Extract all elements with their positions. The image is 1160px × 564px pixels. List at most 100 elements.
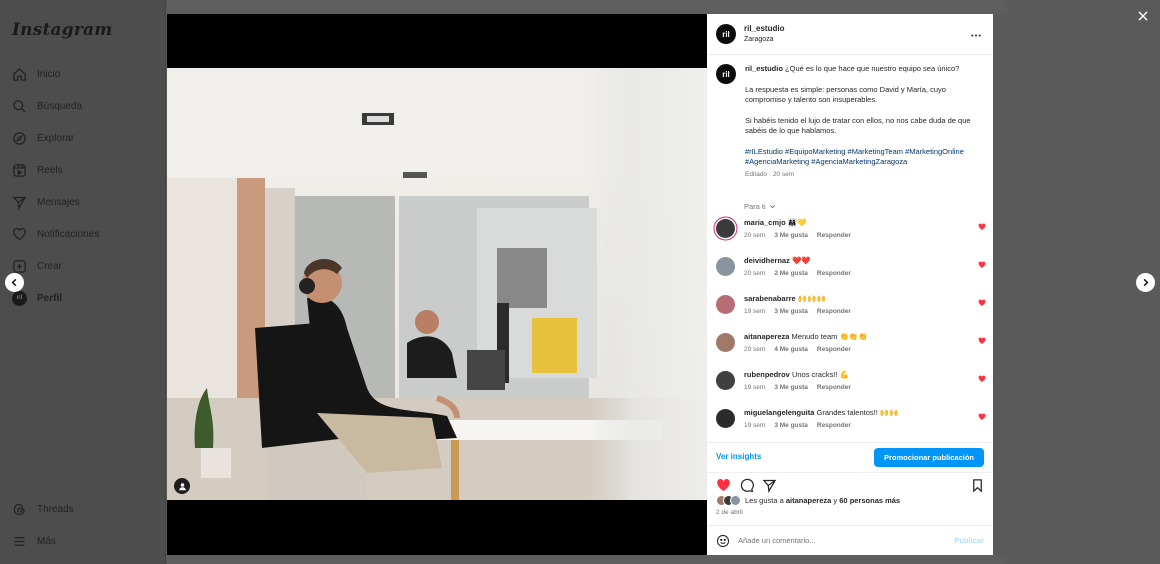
comment-filter-dropdown[interactable]: Para ti [744, 202, 776, 211]
chevron-left-icon [11, 278, 17, 287]
likes-summary[interactable]: Les gusta a aitanapereza y 60 personas m… [716, 495, 900, 506]
caption-hashtags[interactable]: #rILEstudio #EquipoMarketing #MarketingT… [745, 147, 986, 168]
emoji-icon[interactable] [716, 534, 730, 548]
avatar[interactable]: ril [716, 24, 736, 44]
comments-list[interactable]: ril ril_estudio ¿Qué es lo que hace que … [707, 56, 993, 442]
more-options-button[interactable] [971, 26, 981, 40]
comment-text: Grandes talentos!! 🙌🙌 [816, 408, 899, 417]
comment-like-heart-icon[interactable] [978, 337, 986, 345]
add-comment-bar: Publicar [707, 525, 993, 555]
sidebar-item-label: Inicio [37, 68, 61, 80]
view-insights-link[interactable]: Ver insights [716, 452, 761, 461]
sidebar-item-create[interactable]: Crear [12, 256, 62, 276]
comment-username[interactable]: miguelangelenguita [744, 408, 814, 417]
comment-username[interactable]: sarabenabarre [744, 294, 796, 303]
caption-username[interactable]: ril_estudio [745, 64, 783, 73]
comment-likes[interactable]: 3 Me gusta [774, 384, 808, 391]
post-photo[interactable] [167, 68, 707, 500]
reply-button[interactable]: Responder [817, 270, 851, 277]
sidebar-item-search[interactable]: Búsqueda [12, 96, 82, 116]
sidebar-item-profile[interactable]: ril Perfil [12, 288, 62, 308]
caption-meta: Editado · 20 sem [745, 170, 795, 178]
likes-mid: y [833, 496, 838, 505]
reply-button[interactable]: Responder [817, 232, 851, 239]
instagram-logo[interactable]: Instagram [12, 20, 112, 40]
likes-user[interactable]: aitanapereza [786, 496, 831, 505]
comment-likes[interactable]: 3 Me gusta [774, 232, 808, 239]
comment-likes[interactable]: 2 Me gusta [774, 270, 808, 277]
caption-line: ¿Qué es lo que hace que nuestro equipo s… [785, 64, 960, 73]
sidebar-item-messages[interactable]: Mensajes [12, 192, 80, 212]
background-feed-bottom [167, 555, 1007, 564]
comment-input[interactable] [738, 536, 938, 545]
comment-like-heart-icon[interactable] [978, 375, 986, 383]
comment-likes[interactable]: 4 Me gusta [774, 346, 808, 353]
comment-icon[interactable] [739, 478, 754, 493]
bookmark-icon[interactable] [970, 478, 985, 493]
comment-time: 19 sem [744, 308, 766, 315]
avatar[interactable] [716, 371, 735, 390]
comment-likes[interactable]: 3 Me gusta [774, 422, 808, 429]
post-username[interactable]: ril_estudio [744, 23, 784, 34]
post-date: 2 de abril [716, 509, 743, 516]
close-icon [1138, 11, 1148, 21]
promote-post-button[interactable]: Promocionar publicación [874, 448, 984, 467]
background-feed-top [167, 0, 1007, 14]
sidebar-item-label: Reels [37, 164, 63, 176]
comment-text: Menudo team 👏👏👏 [791, 332, 868, 341]
comment-like-heart-icon[interactable] [978, 223, 986, 231]
post-panel: ril ril_estudio Zaragoza ril ril_estudio… [707, 14, 993, 555]
avatar[interactable] [716, 409, 735, 428]
sidebar-item-explore[interactable]: Explorar [12, 128, 74, 148]
comment-time: 19 sem [744, 422, 766, 429]
sidebar-item-label: Threads [37, 503, 74, 515]
tagged-users-button[interactable] [174, 478, 190, 494]
office-photo [167, 68, 707, 500]
close-button[interactable] [1134, 8, 1152, 26]
sidebar: Instagram Inicio Búsqueda Explorar Reels… [0, 0, 166, 564]
send-icon [12, 196, 27, 210]
reply-button[interactable]: Responder [817, 308, 851, 315]
sidebar-item-reels[interactable]: Reels [12, 160, 63, 180]
compass-icon [13, 131, 26, 145]
next-post-button[interactable] [1136, 273, 1155, 292]
sidebar-item-more[interactable]: Más [12, 531, 56, 551]
insights-bar: Ver insights Promocionar publicación [707, 442, 993, 473]
likes-others[interactable]: 60 personas más [839, 496, 900, 505]
share-icon[interactable] [762, 478, 777, 493]
avatar[interactable] [716, 257, 735, 276]
reels-icon [13, 163, 26, 177]
previous-post-button[interactable] [5, 273, 24, 292]
comment-row: maria_cmjo 👩‍👩‍👧💛 20 sem 3 Me gusta Respond… [716, 218, 986, 250]
post-location[interactable]: Zaragoza [744, 34, 784, 45]
comment-row: miguelangelenguita Grandes talentos!! 🙌🙌… [716, 408, 986, 440]
comment-like-heart-icon[interactable] [978, 261, 986, 269]
sidebar-item-home[interactable]: Inicio [12, 64, 60, 84]
avatar[interactable] [716, 333, 735, 352]
sidebar-item-label: Notificaciones [37, 228, 100, 240]
comment-like-heart-icon[interactable] [978, 299, 986, 307]
sidebar-item-label: Explorar [37, 132, 75, 144]
sidebar-item-notifications[interactable]: Notificaciones [12, 224, 99, 244]
comment-row: sarabenabarre 🙌🙌🙌 19 sem 3 Me gusta Respond… [716, 294, 986, 326]
comment-username[interactable]: rubenpedrov [744, 370, 790, 379]
comment-username[interactable]: deividhernaz [744, 256, 790, 265]
comment-filter-label: Para ti [744, 202, 766, 211]
avatar [730, 495, 741, 506]
publish-comment-button[interactable]: Publicar [954, 536, 984, 545]
post-header: ril ril_estudio Zaragoza [707, 14, 993, 55]
avatar[interactable]: ril [716, 64, 736, 84]
comment-likes[interactable]: 3 Me gusta [774, 308, 808, 315]
like-heart-icon[interactable] [716, 478, 731, 493]
comment-username[interactable]: aitanapereza [744, 332, 789, 341]
sidebar-item-threads[interactable]: Threads [12, 499, 74, 519]
more-horizontal-icon [971, 34, 981, 37]
reply-button[interactable]: Responder [817, 422, 851, 429]
reply-button[interactable]: Responder [817, 346, 851, 353]
avatar[interactable] [716, 295, 735, 314]
reply-button[interactable]: Responder [817, 384, 851, 391]
comment-username[interactable]: maria_cmjo [744, 218, 786, 227]
avatar[interactable] [716, 219, 735, 238]
comment-like-heart-icon[interactable] [978, 413, 986, 421]
comment-time: 20 sem [744, 232, 766, 239]
